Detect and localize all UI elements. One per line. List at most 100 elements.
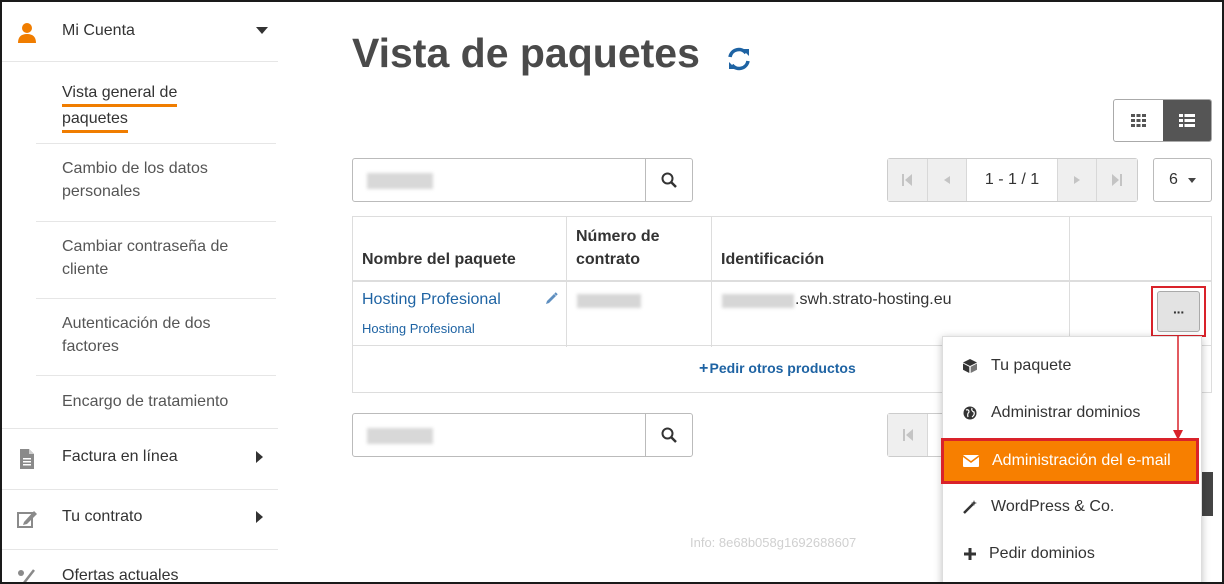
order-more-products-link[interactable]: + Pedir otros productos [699,360,856,378]
redacted-text [367,173,433,189]
first-page-icon [902,429,913,441]
list-view-button[interactable] [1162,100,1211,141]
sidebar-item-label: Vista general de paquetes [62,81,178,133]
header-line: Número de [576,228,660,245]
per-page-select[interactable]: 6 [1153,158,1212,202]
list-icon [1178,114,1195,127]
sidebar-item-change-password[interactable]: Cambiar contraseña de cliente [36,222,276,299]
divider [353,280,1211,282]
sidebar-item-processing-order[interactable]: Encargo de tratamiento [36,376,276,428]
column-header-identification[interactable]: Identificación [721,248,824,271]
divider [566,217,567,347]
view-toggle [1113,99,1212,142]
search-icon [661,172,677,188]
document-icon [20,449,34,469]
sidebar-item-offers[interactable]: Ofertas actuales [2,550,278,584]
sidebar-item-label: Cambiar contraseña de cliente [62,235,228,281]
actions-menu-button[interactable]: ··· [1151,286,1206,337]
redacted-identification [722,294,794,308]
last-page-button[interactable] [1097,159,1137,201]
menu-item-label: WordPress & Co. [991,498,1115,515]
refresh-icon[interactable] [725,45,753,73]
divider [711,217,712,347]
menu-item-your-package[interactable]: Tu paquete [943,343,1201,389]
sidebar-item-label: Mi Cuenta [62,22,135,39]
menu-item-email-admin[interactable]: Administración del e-mail [941,438,1199,484]
divider [1069,217,1070,347]
menu-item-label: Pedir dominios [989,545,1095,562]
label-line: Autenticación de dos [62,315,211,332]
label-line: Vista general de [62,81,178,107]
magic-wand-icon [962,499,978,515]
globe-icon [962,405,978,421]
grid-icon [1130,114,1146,127]
header-line: contrato [576,251,640,268]
search-button[interactable] [646,159,692,201]
search-input[interactable] [353,159,646,201]
sidebar-item-two-factor[interactable]: Autenticación de dos factores [36,299,276,376]
edit-icon [17,511,37,528]
label-line: factores [62,338,119,355]
menu-item-wordpress[interactable]: WordPress & Co. [943,484,1201,530]
package-name-link[interactable]: Hosting Profesional [362,291,501,309]
chevron-right-icon [256,511,263,523]
sidebar-item-invoice[interactable]: Factura en línea [2,428,278,490]
search-box-bottom [352,413,693,457]
search-button[interactable] [646,414,692,456]
app-frame: Mi Cuenta Vista general de paquetes Camb… [0,0,1224,584]
prev-page-button[interactable] [927,159,968,201]
sidebar-item-label: Ofertas actuales [62,567,179,584]
hidden-button-edge [1201,472,1213,516]
per-page-value: 6 [1169,171,1178,188]
menu-item-label: Administración del e-mail [992,452,1171,469]
first-page-button[interactable] [888,414,928,456]
sidebar-item-personal-data[interactable]: Cambio de los datos personales [36,144,276,222]
pagination-top: 1 - 1 / 1 [887,158,1138,202]
search-icon [661,427,677,443]
sidebar-item-my-account[interactable]: Mi Cuenta [2,2,278,62]
label-line: Cambio de los datos [62,160,208,177]
label-line: paquetes [62,107,128,133]
menu-item-label: Administrar dominios [991,404,1141,421]
grid-view-button[interactable] [1114,100,1163,141]
search-input[interactable] [353,414,646,456]
link-label: Pedir otros productos [709,360,856,376]
sidebar-item-label: Factura en línea [62,448,178,465]
last-page-icon [1112,174,1123,186]
page-indicator: 1 - 1 / 1 [967,159,1058,201]
plus-icon: + [699,360,709,377]
sidebar-item-label: Encargo de tratamiento [62,393,229,410]
label-line: cliente [62,261,109,278]
cube-icon [962,358,978,374]
caret-down-icon [1187,177,1196,183]
sidebar-item-label: Cambio de los datos personales [62,157,208,203]
menu-item-manage-domains[interactable]: Administrar dominios [943,390,1201,436]
percent-icon [18,569,35,582]
sidebar-item-label: Autenticación de dos factores [62,312,211,358]
next-page-button[interactable] [1057,159,1098,201]
actions-dropdown: Tu paquete Administrar dominios Administ… [941,336,1202,582]
envelope-icon [963,453,979,469]
sidebar-item-contract[interactable]: Tu contrato [2,490,278,550]
package-type: Hosting Profesional [362,321,475,336]
identification-value: .swh.strato-hosting.eu [795,291,952,308]
annotation-arrow [1173,336,1183,440]
sidebar: Mi Cuenta Vista general de paquetes Camb… [2,2,278,584]
menu-item-order-domains[interactable]: Pedir dominios [943,531,1201,577]
chevron-down-icon [256,27,268,34]
info-text: Info: 8e68b058g1692688607 [690,535,857,550]
redacted-text [367,428,433,444]
sidebar-item-package-overview[interactable]: Vista general de paquetes [36,62,276,144]
first-page-icon [902,174,913,186]
column-header-name[interactable]: Nombre del paquete [362,248,516,271]
column-header-contract[interactable]: Número de contrato [576,225,660,271]
pencil-icon[interactable] [545,292,558,305]
chevron-right-icon [256,451,263,463]
prev-icon [944,176,951,184]
menu-item-label: Tu paquete [991,357,1072,374]
ellipsis-icon: ··· [1157,291,1200,332]
page-title: Vista de paquetes [352,30,700,76]
first-page-button[interactable] [888,159,928,201]
label-line: Cambiar contraseña de [62,238,229,255]
plus-icon [962,546,978,562]
